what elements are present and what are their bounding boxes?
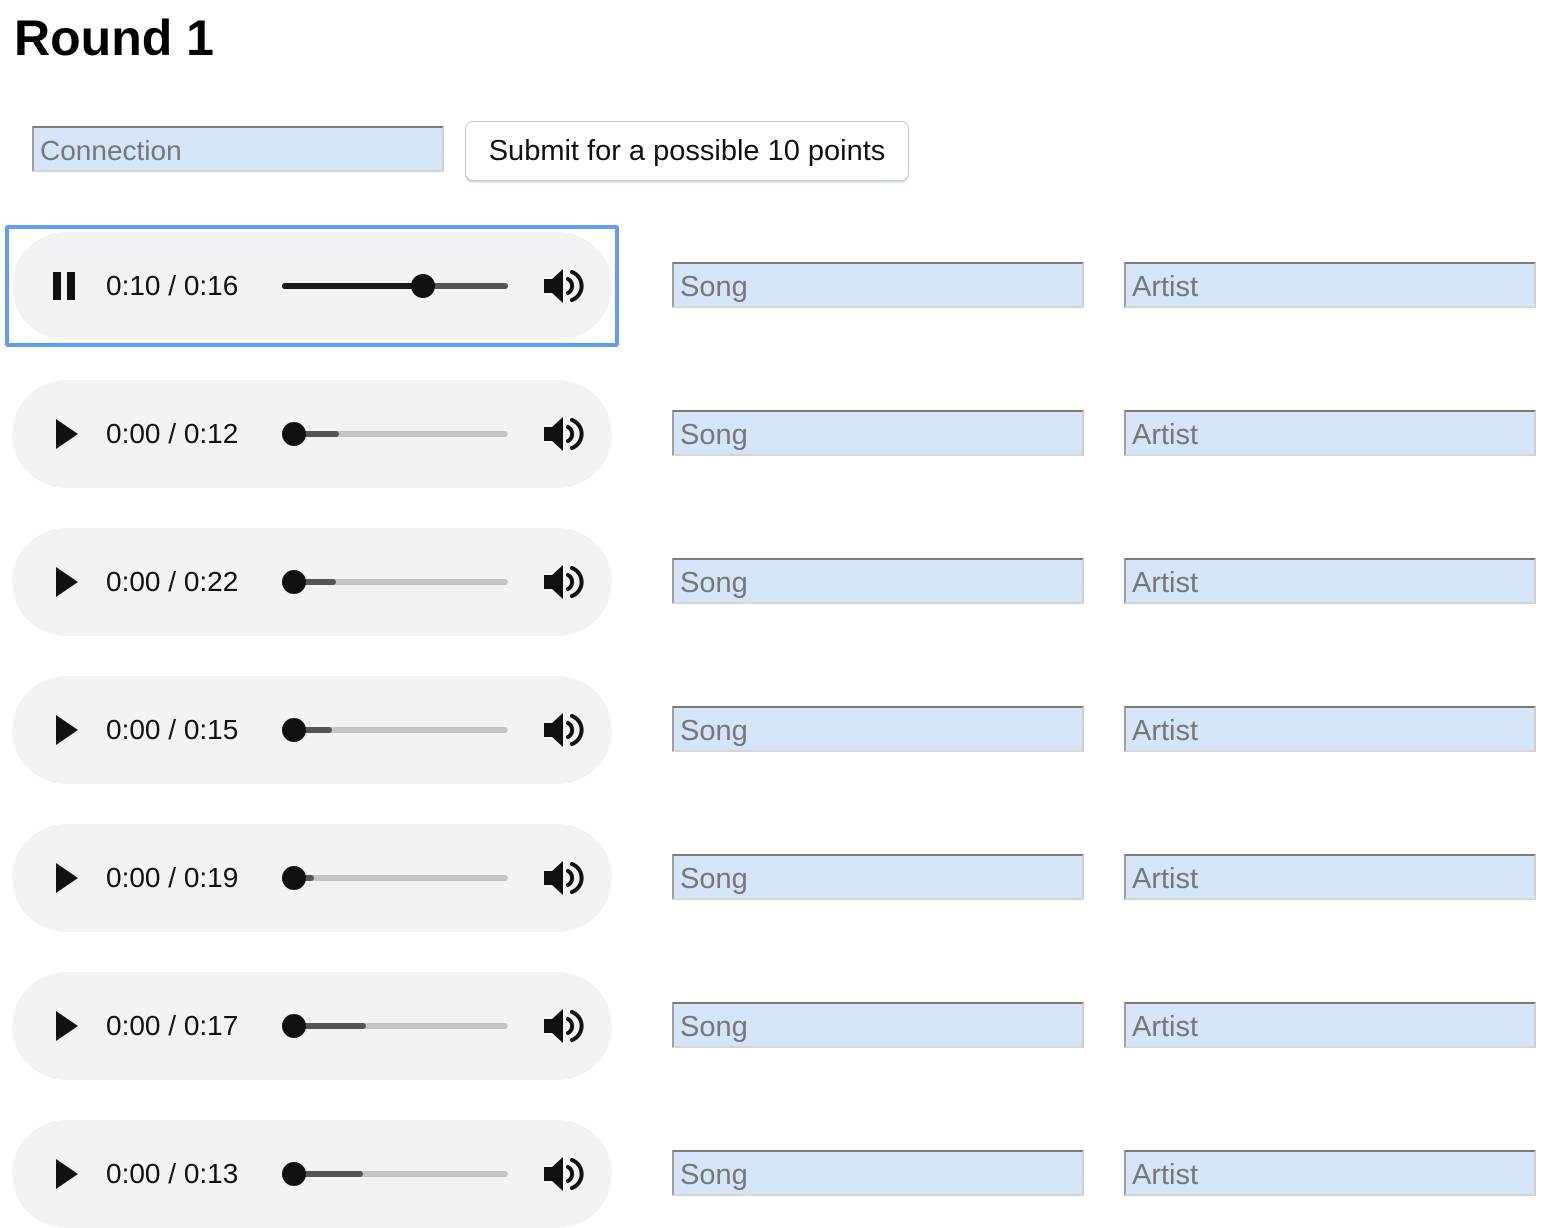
seek-thumb[interactable] [282, 570, 306, 594]
seek-slider[interactable] [282, 570, 508, 594]
play-button[interactable] [48, 414, 88, 454]
track-row: 0:00 / 0:13 [0, 1120, 1552, 1228]
seek-progress-bar [282, 283, 424, 289]
song-input[interactable] [672, 1002, 1084, 1048]
pause-icon [48, 272, 88, 310]
seek-thumb[interactable] [282, 866, 306, 890]
time-display: 0:00 / 0:13 [106, 1158, 239, 1189]
audio-player: 0:00 / 0:22 [12, 528, 612, 636]
seek-slider[interactable] [282, 718, 508, 742]
track-row: 0:00 / 0:22 [0, 528, 1552, 636]
pause-button[interactable] [48, 266, 88, 306]
artist-input[interactable] [1124, 558, 1536, 604]
seek-thumb[interactable] [282, 1162, 306, 1186]
volume-icon [540, 713, 588, 758]
time-display: 0:00 / 0:12 [106, 418, 239, 449]
volume-button[interactable] [540, 854, 588, 902]
seek-thumb[interactable] [282, 718, 306, 742]
track-row: 0:00 / 0:15 [0, 676, 1552, 784]
seek-thumb[interactable] [282, 422, 306, 446]
audio-player: 0:10 / 0:16 [12, 232, 612, 340]
play-button[interactable] [48, 858, 88, 898]
track-row: 0:00 / 0:17 [0, 972, 1552, 1080]
submit-button[interactable]: Submit for a possible 10 points [465, 121, 909, 181]
track-row: 0:00 / 0:12 [0, 380, 1552, 488]
play-button[interactable] [48, 562, 88, 602]
time-display: 0:00 / 0:17 [106, 1010, 239, 1041]
volume-icon [540, 1157, 588, 1202]
connection-input[interactable] [32, 126, 444, 172]
volume-icon [540, 861, 588, 906]
artist-input[interactable] [1124, 854, 1536, 900]
time-display: 0:00 / 0:19 [106, 862, 239, 893]
song-input[interactable] [672, 410, 1084, 456]
play-icon [48, 1159, 88, 1198]
play-icon [48, 567, 88, 606]
seek-slider[interactable] [282, 274, 508, 298]
song-input[interactable] [672, 706, 1084, 752]
song-input[interactable] [672, 558, 1084, 604]
play-icon [48, 1011, 88, 1050]
volume-button[interactable] [540, 262, 588, 310]
seek-thumb[interactable] [282, 1014, 306, 1038]
seek-slider[interactable] [282, 866, 508, 890]
play-icon [48, 863, 88, 902]
audio-player: 0:00 / 0:12 [12, 380, 612, 488]
play-button[interactable] [48, 710, 88, 750]
audio-player: 0:00 / 0:15 [12, 676, 612, 784]
volume-button[interactable] [540, 410, 588, 458]
play-icon [48, 419, 88, 458]
song-input[interactable] [672, 262, 1084, 308]
artist-input[interactable] [1124, 1150, 1536, 1196]
page-title: Round 1 [14, 10, 214, 66]
artist-input[interactable] [1124, 706, 1536, 752]
audio-player: 0:00 / 0:17 [12, 972, 612, 1080]
artist-input[interactable] [1124, 410, 1536, 456]
volume-button[interactable] [540, 558, 588, 606]
volume-icon [540, 1009, 588, 1054]
audio-player: 0:00 / 0:13 [12, 1120, 612, 1228]
volume-button[interactable] [540, 706, 588, 754]
artist-input[interactable] [1124, 262, 1536, 308]
track-row: 0:10 / 0:16 [0, 225, 1552, 347]
audio-player: 0:00 / 0:19 [12, 824, 612, 932]
artist-input[interactable] [1124, 1002, 1536, 1048]
play-button[interactable] [48, 1154, 88, 1194]
track-row: 0:00 / 0:19 [0, 824, 1552, 932]
time-display: 0:10 / 0:16 [106, 270, 239, 301]
play-button[interactable] [48, 1006, 88, 1046]
volume-icon [540, 565, 588, 610]
time-display: 0:00 / 0:15 [106, 714, 239, 745]
volume-icon [540, 417, 588, 462]
volume-button[interactable] [540, 1002, 588, 1050]
time-display: 0:00 / 0:22 [106, 566, 239, 597]
volume-button[interactable] [540, 1150, 588, 1198]
song-input[interactable] [672, 1150, 1084, 1196]
seek-slider[interactable] [282, 422, 508, 446]
seek-thumb[interactable] [411, 274, 436, 298]
seek-slider[interactable] [282, 1014, 508, 1038]
song-input[interactable] [672, 854, 1084, 900]
seek-slider[interactable] [282, 1162, 508, 1186]
play-icon [48, 715, 88, 754]
volume-icon [540, 269, 588, 314]
